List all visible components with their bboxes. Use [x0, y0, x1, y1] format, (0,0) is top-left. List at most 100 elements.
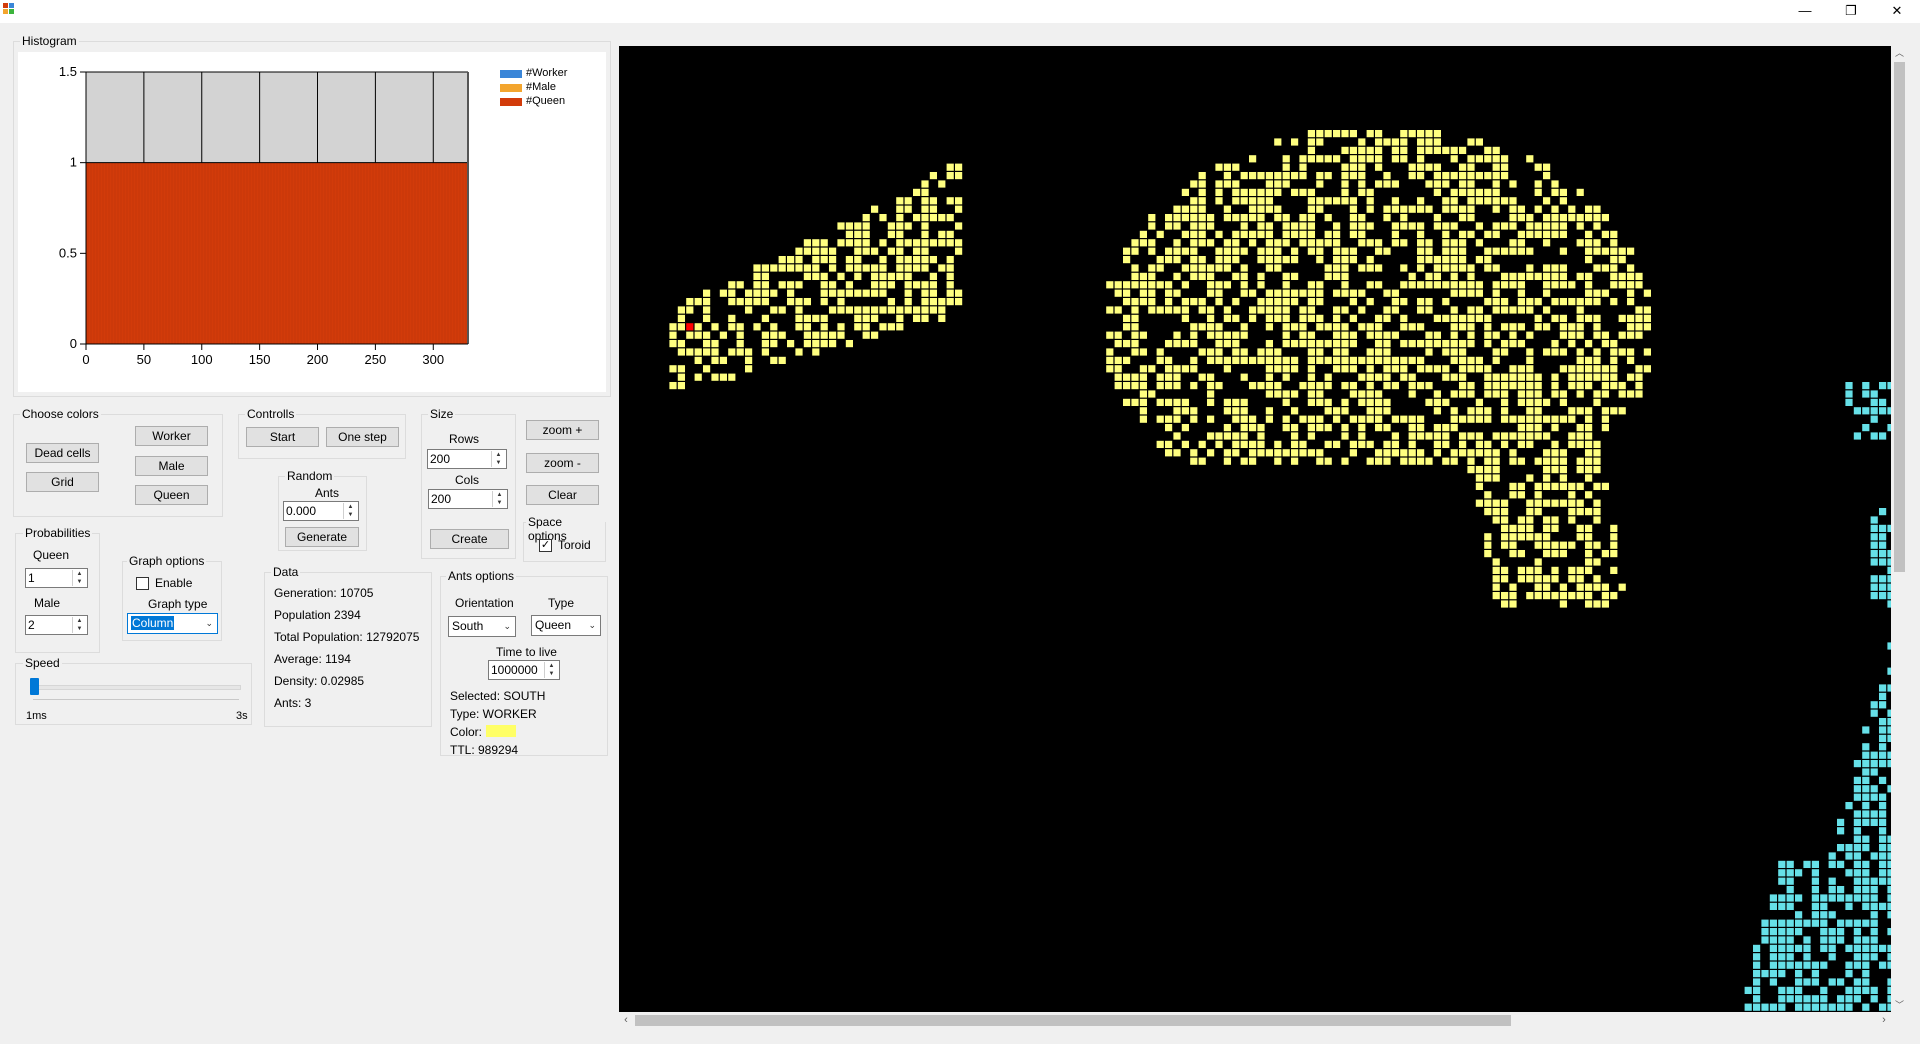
scroll-up-icon[interactable]: ︿ [1893, 46, 1906, 60]
size-group: Size Rows 200 ▲ ▼ Cols 200 ▲ ▼ Create [421, 407, 516, 559]
type-select[interactable]: Queen ⌄ [531, 615, 601, 636]
speed-slider-thumb[interactable] [30, 678, 39, 695]
zoom-out-button[interactable]: zoom - [526, 453, 599, 473]
restore-button[interactable]: ❐ [1828, 0, 1874, 23]
scroll-down-icon[interactable]: ﹀ [1893, 998, 1906, 1012]
horizontal-scrollbar[interactable]: ‹ › [619, 1012, 1891, 1029]
generate-button[interactable]: Generate [285, 527, 359, 547]
random-ants-label: Ants [315, 486, 340, 500]
zoom-in-button[interactable]: zoom + [526, 420, 599, 440]
ants-options-group: Ants options Orientation South ⌄ Type Qu… [440, 569, 608, 757]
controls-title: Controlls [245, 407, 297, 421]
horizontal-scroll-thumb[interactable] [635, 1015, 1511, 1026]
orientation-label: Orientation [455, 596, 514, 610]
create-button[interactable]: Create [430, 529, 509, 549]
world-grid[interactable] [619, 46, 1895, 1020]
ttl-label: Time to live [496, 645, 557, 659]
type-info: Type: WORKER [450, 707, 537, 721]
vertical-scrollbar[interactable]: ︿ ﹀ [1891, 46, 1908, 1012]
legend-worker-swatch [500, 70, 522, 78]
enable-graph-checkbox[interactable] [136, 577, 149, 590]
choose-colors-title: Choose colors [20, 407, 101, 421]
queen-prob-label: Queen [33, 548, 70, 562]
start-button[interactable]: Start [246, 427, 319, 447]
probabilities-title: Probabilities [23, 526, 93, 540]
x-tick-label: 50 [137, 352, 151, 367]
enable-graph-label: Enable [155, 576, 193, 590]
population-text: Population 2394 [274, 608, 361, 622]
rows-spinner[interactable]: ▲ ▼ [491, 451, 505, 467]
type-label: Type [548, 596, 575, 610]
x-tick-label: 300 [422, 352, 444, 367]
speed-slider-track[interactable] [30, 685, 241, 690]
x-tick-label: 100 [191, 352, 213, 367]
orientation-select[interactable]: South ⌄ [448, 616, 516, 637]
graph-type-select[interactable]: Column ⌄ [127, 613, 218, 634]
x-tick-label: 250 [365, 352, 387, 367]
app-icon [3, 3, 15, 15]
queen-color-button[interactable]: Queen [135, 485, 208, 505]
graph-options-group: Graph options Enable Graph type Column ⌄ [122, 554, 222, 641]
chevron-down-icon: ⌄ [503, 621, 511, 631]
ttl-value: 1000000 [491, 663, 538, 677]
cols-spinner[interactable]: ▲ ▼ [492, 491, 506, 507]
random-title: Random [285, 469, 335, 483]
speed-title: Speed [23, 656, 62, 670]
grid-color-button[interactable]: Grid [26, 472, 99, 492]
data-title: Data [271, 565, 301, 579]
random-group: Random Ants 0.000 ▲ ▼ Generate [278, 469, 367, 551]
probabilities-group: Probabilities Queen 1 ▲ ▼ Male 2 ▲ ▼ [15, 526, 100, 653]
rows-input[interactable]: 200 ▲ ▼ [427, 449, 507, 469]
ttl-spinner[interactable]: ▲ ▼ [544, 662, 558, 678]
male-prob-input[interactable]: 2 ▲ ▼ [25, 615, 88, 635]
histogram-title: Histogram [20, 34, 79, 48]
ants-options-title: Ants options [446, 569, 517, 583]
graph-options-title: Graph options [127, 554, 207, 568]
graph-type-label: Graph type [148, 597, 208, 611]
random-ants-input[interactable]: 0.000 ▲ ▼ [283, 501, 359, 521]
worker-cells [669, 130, 1651, 608]
random-ants-spinner[interactable]: ▲ ▼ [343, 503, 357, 519]
x-tick-label: 150 [249, 352, 271, 367]
legend-worker-label: #Worker [526, 67, 568, 79]
worker-color-button[interactable]: Worker [135, 426, 208, 446]
queen-prob-input[interactable]: 1 ▲ ▼ [25, 568, 88, 588]
toroid-checkbox[interactable]: ✓ [539, 539, 552, 552]
choose-colors-group: Choose colors Dead cells Grid Worker Mal… [13, 407, 223, 517]
queen-prob-value: 1 [28, 571, 35, 585]
title-bar: — ❐ ✕ [0, 0, 1920, 23]
minimize-button[interactable]: — [1782, 0, 1828, 23]
x-tick-label: 200 [307, 352, 329, 367]
color-info-label: Color: [450, 725, 483, 739]
y-tick-label: 1 [70, 155, 77, 170]
y-tick-label: 0 [70, 336, 77, 351]
vertical-scroll-thumb[interactable] [1894, 62, 1905, 572]
male-prob-label: Male [34, 596, 61, 610]
world-grid-svg[interactable] [619, 46, 1895, 1020]
chevron-down-icon: ⌄ [588, 620, 596, 630]
close-button[interactable]: ✕ [1874, 0, 1920, 23]
dead-cells-button[interactable]: Dead cells [26, 443, 99, 463]
size-title: Size [428, 407, 456, 421]
chevron-down-icon: ⌄ [205, 618, 213, 628]
male-color-button[interactable]: Male [135, 456, 208, 476]
one-step-button[interactable]: One step [326, 427, 399, 447]
selected-info: Selected: SOUTH [450, 689, 546, 703]
random-ants-value: 0.000 [286, 504, 317, 518]
speed-max-label: 3s [236, 710, 248, 722]
legend-male-swatch [500, 84, 522, 92]
x-tick-label: 0 [82, 352, 89, 367]
scroll-right-icon[interactable]: › [1877, 1012, 1891, 1029]
toroid-label: Toroid [558, 538, 591, 552]
male-prob-spinner[interactable]: ▲ ▼ [72, 617, 86, 633]
legend-queen-swatch [500, 98, 522, 106]
cols-label: Cols [455, 473, 480, 487]
cols-input[interactable]: 200 ▲ ▼ [428, 489, 508, 509]
type-value: Queen [535, 618, 572, 632]
ttl-input[interactable]: 1000000 ▲ ▼ [488, 660, 560, 680]
ttl-info: TTL: 989294 [450, 743, 519, 757]
queen-prob-spinner[interactable]: ▲ ▼ [72, 570, 86, 586]
histogram-chart: 0 0.5 1 1.5 0 50 100 150 200 250 300 #Worker #Male… [18, 52, 606, 392]
clear-button[interactable]: Clear [526, 485, 599, 505]
scroll-left-icon[interactable]: ‹ [619, 1012, 633, 1029]
